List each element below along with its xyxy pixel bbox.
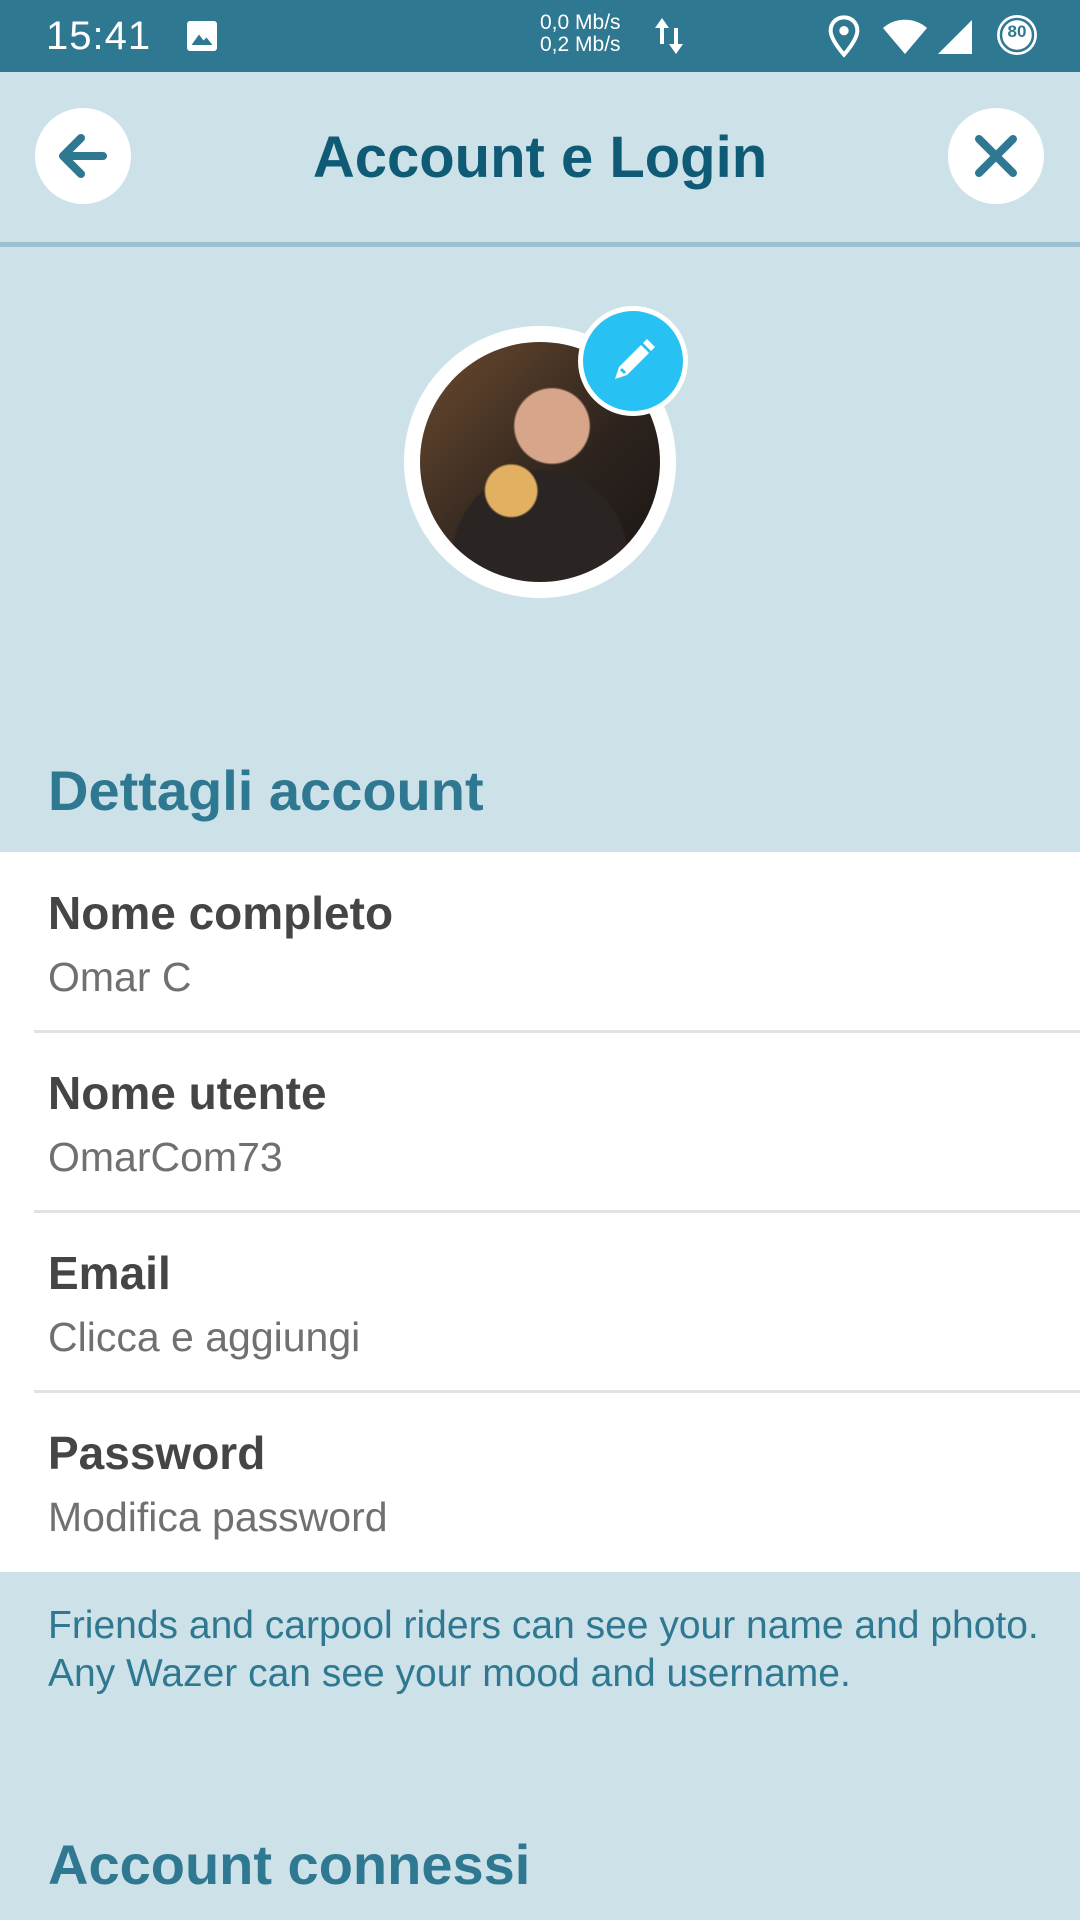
row-value: Modifica password xyxy=(48,1494,388,1540)
wifi-icon xyxy=(883,19,927,54)
net-down-text: 0,2 Mb/s xyxy=(540,33,621,56)
clock: 15:41 xyxy=(46,14,152,58)
row-value: OmarCom73 xyxy=(48,1134,283,1180)
status-bar: 15:41 0,0 Mb/s 0,2 Mb/s 80 xyxy=(0,0,1080,72)
row-label: Password xyxy=(48,1427,266,1479)
full-name-row[interactable]: Nome completo Omar C xyxy=(0,852,1080,1032)
email-row[interactable]: Email Clicca e aggiungi xyxy=(0,1212,1080,1392)
row-value: Clicca e aggiungi xyxy=(48,1314,361,1360)
row-label: Nome completo xyxy=(48,887,394,939)
signal-icon xyxy=(938,20,972,54)
battery-level: 80 xyxy=(1007,22,1027,41)
network-speed: 0,0 Mb/s 0,2 Mb/s xyxy=(540,12,621,56)
image-icon xyxy=(187,21,217,51)
close-icon xyxy=(975,135,1017,177)
row-value: Omar C xyxy=(48,954,192,1000)
account-details-card: Nome completo Omar C Nome utente OmarCom… xyxy=(0,852,1080,1572)
edit-badge-circle xyxy=(583,311,683,411)
username-row[interactable]: Nome utente OmarCom73 xyxy=(0,1032,1080,1212)
data-transfer-icon xyxy=(655,18,683,54)
section-title-account-details: Dettagli account xyxy=(48,759,484,822)
section-title-connected-accounts: Account connessi xyxy=(48,1833,531,1896)
row-label: Email xyxy=(48,1247,171,1299)
edit-photo-button[interactable] xyxy=(578,306,688,416)
close-button[interactable] xyxy=(948,108,1044,204)
password-row[interactable]: Password Modifica password xyxy=(0,1392,1080,1572)
net-up-text: 0,0 Mb/s xyxy=(540,11,621,34)
privacy-note: Friends and carpool riders can see your … xyxy=(48,1604,1039,1695)
location-icon xyxy=(828,15,860,58)
pencil-icon xyxy=(615,339,655,379)
page-title: Account e Login xyxy=(312,125,768,190)
row-label: Nome utente xyxy=(48,1067,327,1119)
app-header: Account e Login xyxy=(0,72,1080,247)
